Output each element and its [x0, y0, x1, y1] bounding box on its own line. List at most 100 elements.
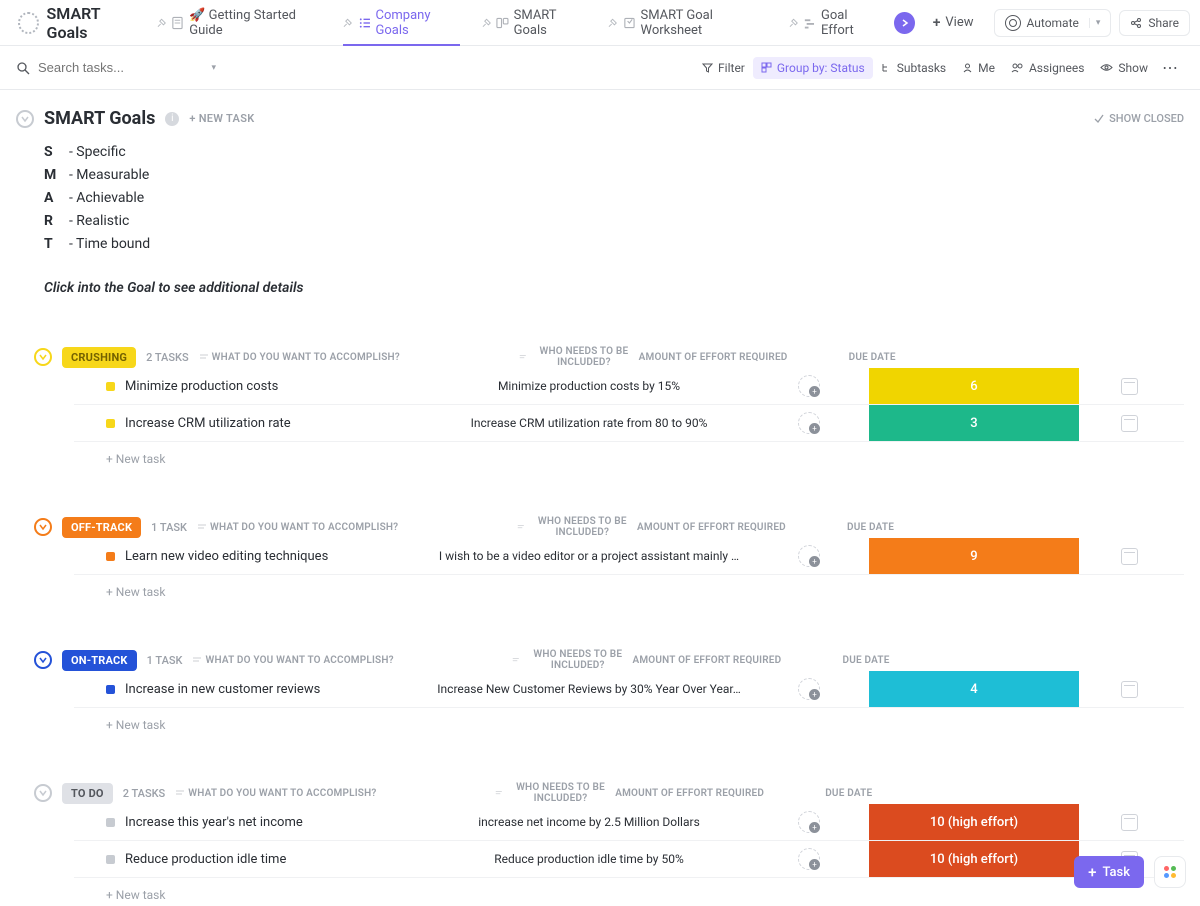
apps-icon [1164, 866, 1176, 878]
tab-worksheet[interactable]: SMART Goal Worksheet [598, 0, 777, 46]
new-task-link[interactable]: + New task [74, 442, 1184, 466]
status-pill[interactable]: OFF-TRACK [62, 517, 141, 538]
status-group-todo: TO DO 2 TASKS WHAT DO YOU WANT TO ACCOMP… [34, 782, 1184, 902]
next-views-button[interactable] [894, 12, 914, 34]
me-button[interactable]: Me [954, 57, 1003, 79]
status-square-icon[interactable] [106, 685, 115, 694]
task-accomplish: I wish to be a video editor or a project… [429, 549, 749, 563]
effort-cell[interactable]: 10 (high effort) [869, 841, 1079, 877]
assignees-label: Assignees [1029, 61, 1084, 75]
task-row[interactable]: Minimize production costs Minimize produ… [74, 368, 1184, 405]
effort-cell[interactable]: 10 (high effort) [869, 804, 1079, 840]
tab-company-goals[interactable]: Company Goals [333, 0, 469, 46]
group-icon [761, 62, 772, 73]
col-header-due[interactable]: DUE DATE [842, 649, 942, 671]
task-row[interactable]: Learn new video editing techniques I wis… [74, 538, 1184, 575]
task-row[interactable]: Increase in new customer reviews Increas… [74, 671, 1184, 708]
new-task-link[interactable]: + New task [74, 575, 1184, 599]
status-square-icon[interactable] [106, 818, 115, 827]
collapse-toggle[interactable] [16, 110, 34, 128]
share-button[interactable]: Share [1119, 10, 1190, 36]
task-row[interactable]: Increase CRM utilization rate Increase C… [74, 405, 1184, 442]
more-options-button[interactable]: ⋯ [1156, 58, 1184, 77]
add-view-button[interactable]: + View [923, 15, 984, 31]
group-collapse-toggle[interactable] [34, 348, 52, 366]
assignee-add-button[interactable] [798, 848, 820, 870]
pin-icon [608, 18, 617, 28]
new-task-link[interactable]: + New task [74, 708, 1184, 732]
group-collapse-toggle[interactable] [34, 784, 52, 802]
col-header-accomplish[interactable]: WHAT DO YOU WANT TO ACCOMPLISH? [175, 782, 495, 804]
col-header-effort[interactable]: AMOUNT OF EFFORT REQUIRED [615, 782, 825, 804]
breadcrumb[interactable]: SMART Goals [10, 0, 145, 46]
filter-button[interactable]: Filter [694, 57, 753, 79]
tab-smart-goals[interactable]: SMART Goals [472, 0, 597, 46]
info-icon[interactable]: i [165, 112, 179, 126]
new-task-link[interactable]: + New task [74, 878, 1184, 902]
assignee-add-button[interactable] [798, 412, 820, 434]
show-closed-button[interactable]: SHOW CLOSED [1093, 112, 1184, 125]
status-square-icon[interactable] [106, 419, 115, 428]
main-content: SMART Goals i + NEW TASK SHOW CLOSED S -… [0, 90, 1200, 906]
status-square-icon[interactable] [106, 855, 115, 864]
col-header-accomplish[interactable]: WHAT DO YOU WANT TO ACCOMPLISH? [192, 649, 512, 671]
col-header-accomplish[interactable]: WHAT DO YOU WANT TO ACCOMPLISH? [197, 516, 517, 538]
assignee-add-button[interactable] [798, 545, 820, 567]
status-pill[interactable]: ON-TRACK [62, 650, 137, 671]
folder-loading-icon [18, 12, 39, 34]
group-collapse-toggle[interactable] [34, 518, 52, 536]
new-task-fab[interactable]: + Task [1074, 856, 1144, 888]
tab-getting-started[interactable]: 🚀 Getting Started Guide [147, 0, 331, 46]
groupby-button[interactable]: Group by: Status [753, 57, 873, 79]
task-row[interactable]: Reduce production idle time Reduce produ… [74, 841, 1184, 878]
search-input[interactable] [38, 60, 178, 75]
chevron-down-icon[interactable]: ▾ [211, 63, 216, 73]
status-square-icon[interactable] [106, 382, 115, 391]
subtasks-button[interactable]: Subtasks [873, 57, 954, 79]
col-header-effort[interactable]: AMOUNT OF EFFORT REQUIRED [637, 516, 847, 538]
col-header-included[interactable]: WHO NEEDS TO BE INCLUDED? [517, 516, 637, 538]
assignee-add-button[interactable] [798, 678, 820, 700]
col-header-effort[interactable]: AMOUNT OF EFFORT REQUIRED [632, 649, 842, 671]
col-header-included[interactable]: WHO NEEDS TO BE INCLUDED? [495, 782, 615, 804]
col-header-included[interactable]: WHO NEEDS TO BE INCLUDED? [512, 649, 632, 671]
search-box[interactable]: ▾ [16, 60, 216, 75]
effort-cell[interactable]: 9 [869, 538, 1079, 574]
status-pill[interactable]: TO DO [62, 783, 113, 804]
status-square-icon[interactable] [106, 552, 115, 561]
users-icon [1011, 62, 1024, 73]
task-name: Increase in new customer reviews [125, 682, 320, 697]
automate-button[interactable]: Automate ▾ [994, 9, 1112, 37]
task-count: 2 TASKS [123, 787, 166, 800]
col-header-due[interactable]: DUE DATE [847, 516, 947, 538]
col-header-due[interactable]: DUE DATE [849, 346, 949, 368]
new-task-button[interactable]: + NEW TASK [189, 112, 254, 125]
assignees-button[interactable]: Assignees [1003, 57, 1092, 79]
col-header-accomplish[interactable]: WHAT DO YOU WANT TO ACCOMPLISH? [199, 346, 519, 368]
effort-cell[interactable]: 3 [869, 405, 1079, 441]
status-pill[interactable]: CRUSHING [62, 347, 136, 368]
calendar-icon[interactable] [1121, 378, 1138, 395]
calendar-icon[interactable] [1121, 415, 1138, 432]
task-row[interactable]: Increase this year's net income increase… [74, 804, 1184, 841]
tab-goal-effort[interactable]: Goal Effort [779, 0, 888, 46]
col-header-included[interactable]: WHO NEEDS TO BE INCLUDED? [519, 346, 639, 368]
group-collapse-toggle[interactable] [34, 651, 52, 669]
effort-cell[interactable]: 6 [869, 368, 1079, 404]
show-button[interactable]: Show [1092, 57, 1156, 79]
calendar-icon[interactable] [1121, 814, 1138, 831]
apps-fab[interactable] [1154, 856, 1186, 888]
top-bar: SMART Goals 🚀 Getting Started Guide Comp… [0, 0, 1200, 46]
effort-cell[interactable]: 4 [869, 671, 1079, 707]
assignee-add-button[interactable] [798, 375, 820, 397]
assignee-add-button[interactable] [798, 811, 820, 833]
text-icon [192, 655, 202, 665]
calendar-icon[interactable] [1121, 548, 1138, 565]
tab-label: Goal Effort [821, 8, 878, 38]
calendar-icon[interactable] [1121, 681, 1138, 698]
col-header-effort[interactable]: AMOUNT OF EFFORT REQUIRED [639, 346, 849, 368]
share-label: Share [1148, 16, 1179, 30]
search-icon [16, 61, 30, 75]
col-header-due[interactable]: DUE DATE [825, 782, 925, 804]
fab-label: Task [1102, 865, 1130, 880]
